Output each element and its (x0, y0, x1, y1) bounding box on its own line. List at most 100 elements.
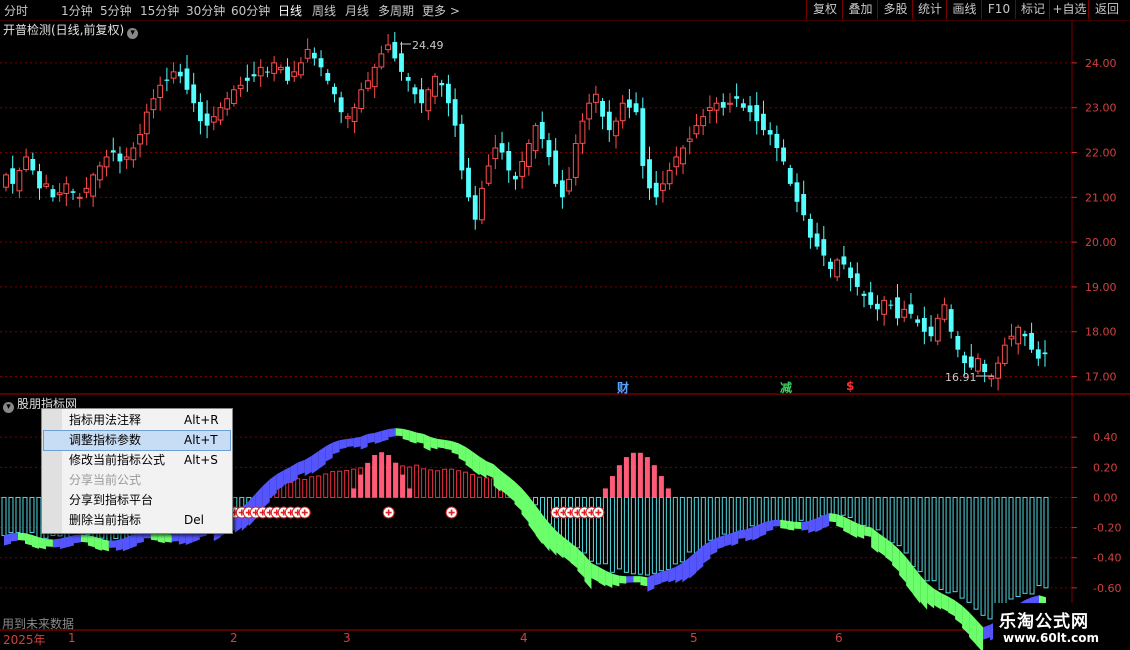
ribbon-segment (24, 533, 32, 546)
ribbon-segment (472, 451, 480, 476)
menu-item-adjust-params[interactable]: 调整指标参数 Alt+T (43, 430, 231, 451)
histogram-bar-negative (1, 496, 7, 537)
histogram-bar-negative (1001, 496, 1007, 606)
candle-body-down (848, 267, 854, 278)
candle-body-down (445, 83, 451, 104)
histogram-bar-negative (707, 496, 713, 541)
signal-bar (644, 457, 650, 498)
menu-item-share-platform[interactable]: 分享到指标平台 (44, 491, 230, 510)
histogram-bar-negative (721, 496, 727, 535)
histogram-bar-negative (700, 496, 706, 548)
histogram-bar-negative (22, 496, 28, 535)
ribbon-segment (38, 537, 46, 550)
high-annotation: 24.49 (400, 39, 444, 52)
chart-canvas[interactable]: 24.0023.0022.0021.0020.0019.0018.0017.00… (0, 0, 1130, 650)
chevron-down-icon[interactable]: ▾ (127, 28, 139, 39)
ribbon-segment (556, 531, 564, 559)
ribbon-segment (486, 461, 494, 478)
ribbon-segment (325, 442, 333, 462)
candle-body-down (177, 71, 183, 77)
candle-body-down (875, 303, 880, 310)
candle-body-down (499, 143, 505, 153)
histogram-bar-negative (875, 496, 881, 531)
histogram-bar-negative (798, 496, 804, 521)
ribbon-segment (115, 538, 123, 551)
histogram-bar-negative (791, 496, 797, 524)
candle-body-down (452, 99, 458, 126)
candle-body-up (123, 156, 130, 160)
candle-body-up (3, 174, 9, 188)
candle-body-up (217, 107, 224, 121)
histogram-bar-negative (980, 496, 986, 616)
candle-body-up (485, 165, 492, 184)
ribbon-segment (10, 532, 18, 542)
signal-bar (386, 455, 392, 498)
histogram-bar-positive (316, 475, 322, 498)
ribbon-segment (591, 562, 599, 582)
histogram-bar-negative (917, 496, 923, 573)
finance-marker[interactable]: 财 (617, 379, 629, 396)
candle-body-up (143, 111, 150, 135)
ribbon-segment (332, 440, 340, 455)
signal-bar (372, 455, 378, 498)
candle-body-down (915, 319, 921, 323)
candle-body-down (513, 175, 518, 180)
histogram-bar-negative (749, 496, 755, 527)
ribbon-segment (108, 540, 116, 548)
ribbon-segment (612, 573, 620, 587)
candle-body-up (83, 187, 90, 193)
histogram-bar-positive (449, 468, 455, 498)
histogram-bar-negative (1022, 496, 1028, 594)
ribbon-segment (759, 521, 767, 537)
candle-body-down (285, 66, 290, 81)
candle-body-up (378, 53, 385, 68)
dividend-marker[interactable]: $ (846, 379, 854, 393)
candle-body-up (881, 299, 888, 315)
histogram-bar-negative (630, 496, 636, 575)
candle-body-up (137, 134, 143, 145)
menu-item-delete-indicator[interactable]: 删除当前指标 Del (44, 511, 230, 530)
candle-body-down (801, 194, 807, 216)
candle-body-up (43, 183, 50, 187)
candle-body-up (277, 66, 284, 71)
indicator-tick-label: -0.40 (1093, 552, 1121, 565)
ribbon-segment (479, 456, 487, 479)
signal-bar (393, 462, 399, 498)
chart-title[interactable]: 开普检测(日线,前复权) ▾ (3, 21, 139, 39)
ribbon-segment (269, 474, 277, 499)
candle-body-down (807, 218, 813, 238)
ribbon-segment (941, 592, 949, 612)
candle-body-up (613, 120, 619, 137)
ribbon-segment (4, 533, 11, 546)
candle-body-up (304, 48, 311, 59)
menu-item-indicator-notes[interactable]: 指标用法注释 Alt+R (44, 411, 230, 430)
menu-item-edit-formula[interactable]: 修改当前指标公式 Alt+S (44, 451, 230, 470)
time-label-year: 2025年 (3, 633, 46, 647)
ribbon-segment (633, 576, 641, 583)
candle-body-down (70, 191, 76, 193)
histogram-bar-negative (1036, 496, 1042, 587)
ribbon-segment (339, 438, 347, 450)
candle-body-up (934, 317, 941, 342)
ribbon-segment (724, 533, 732, 547)
ribbon-segment (311, 450, 319, 474)
histogram-bar-positive (344, 469, 350, 498)
ribbon-segment (171, 534, 179, 542)
candle-body-up (351, 107, 358, 123)
candle-body-down (921, 317, 927, 332)
candle-body-down (392, 41, 398, 59)
candle-body-down (982, 363, 988, 373)
chart-title-text: 开普检测(日线,前复权) (3, 23, 125, 37)
reduce-marker[interactable]: 减 (780, 379, 792, 396)
candle-body-up (291, 71, 298, 77)
histogram-bar-negative (637, 496, 643, 575)
candle-body-up (237, 84, 244, 90)
candle-body-down (814, 233, 820, 247)
histogram-bar-negative (784, 496, 790, 523)
candle-body-down (1029, 332, 1035, 350)
candle-body-up (150, 98, 157, 111)
chevron-down-icon[interactable]: ▾ (3, 402, 14, 413)
ribbon-segment (682, 557, 690, 583)
ribbon-segment (738, 529, 746, 539)
candle-body-up (224, 98, 231, 110)
